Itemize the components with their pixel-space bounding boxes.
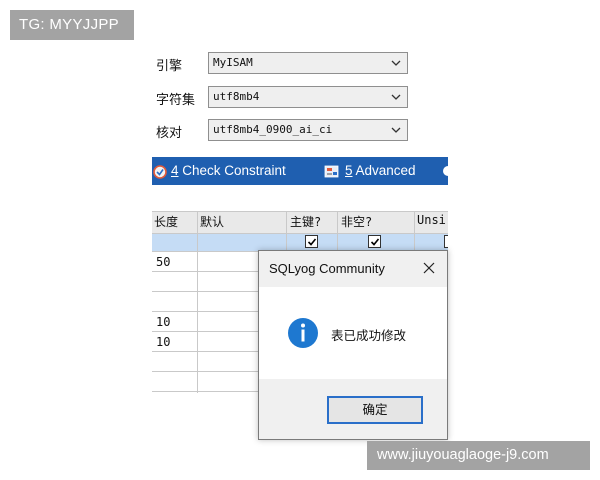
tab-label: Check Constraint (178, 163, 286, 178)
chevron-down-icon (391, 94, 401, 100)
checkmark-icon (370, 238, 380, 246)
tab-label: Advanced (352, 163, 416, 178)
dialog-title: SQLyog Community (269, 261, 385, 276)
message-dialog: SQLyog Community 表已成功修改 确定 (258, 250, 448, 440)
tab-strip: 4 Check Constraint 5 Advanced (152, 157, 448, 185)
dialog-message: 表已成功修改 (331, 328, 407, 343)
header-unsigned[interactable]: Unsi (417, 213, 446, 227)
header-default[interactable]: 默认 (200, 213, 224, 230)
row-divider (152, 233, 448, 234)
not-null-checkbox[interactable] (368, 235, 381, 248)
collation-value: utf8mb4_0900_ai_ci (213, 123, 333, 136)
row-divider (152, 211, 448, 212)
tab-overflow-indicator (443, 166, 448, 176)
charset-value: utf8mb4 (213, 90, 260, 103)
length-cell[interactable]: 50 (156, 255, 170, 269)
collation-select[interactable]: utf8mb4_0900_ai_ci (208, 119, 408, 141)
info-icon (288, 318, 318, 348)
tab-check-constraint[interactable]: 4 Check Constraint (152, 157, 312, 185)
engine-label: 引擎 (156, 59, 183, 74)
charset-select[interactable]: utf8mb4 (208, 86, 408, 108)
chevron-down-icon (391, 60, 401, 66)
charset-label: 字符集 (156, 93, 196, 108)
engine-value: MyISAM (213, 56, 253, 69)
header-length[interactable]: 长度 (154, 213, 178, 230)
dialog-body: 表已成功修改 (259, 287, 447, 379)
column-divider (197, 211, 198, 393)
engine-select[interactable]: MyISAM (208, 52, 408, 74)
header-not-null[interactable]: 非空? (341, 213, 372, 230)
header-primary-key[interactable]: 主键? (290, 213, 321, 230)
length-cell[interactable]: 10 (156, 335, 170, 349)
collation-label: 核对 (156, 126, 183, 141)
ok-button[interactable]: 确定 (327, 396, 423, 424)
primary-key-checkbox[interactable] (305, 235, 318, 248)
url-watermark: www.jiuyouaglaoge-j9.com (367, 441, 590, 470)
check-constraint-icon (153, 165, 167, 179)
tab-number: 5 (345, 163, 353, 178)
chevron-down-icon (391, 127, 401, 133)
advanced-icon (324, 165, 339, 178)
tab-advanced[interactable]: 5 Advanced (324, 157, 444, 185)
checkmark-icon (307, 238, 317, 246)
tab-number: 4 (171, 163, 179, 178)
watermark-tag: TG: MYYJJPP (10, 10, 134, 40)
length-cell[interactable]: 10 (156, 315, 170, 329)
unsigned-checkbox[interactable] (444, 235, 448, 248)
close-icon[interactable] (421, 260, 437, 276)
